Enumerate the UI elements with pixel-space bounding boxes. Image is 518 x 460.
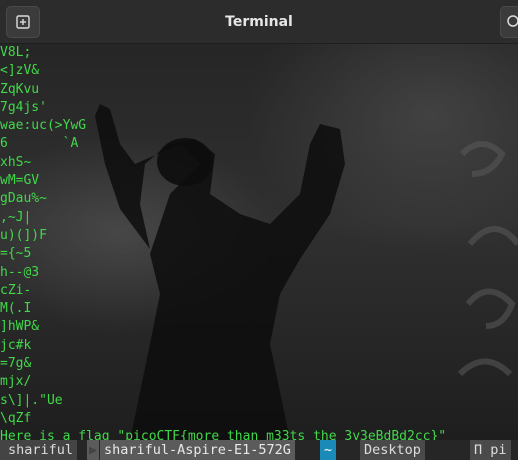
terminal-line: xhS~ xyxy=(0,154,32,170)
terminal-line: ={~5 xyxy=(0,246,32,262)
title-bar: Terminal xyxy=(0,0,518,44)
terminal-line: wM=GV xyxy=(0,173,40,189)
terminal-window: Terminal V8L; <]zV& ZqKvu 7g4js' wae:uc(… xyxy=(0,0,518,460)
prompt-separator-icon: ▶ xyxy=(87,440,100,460)
terminal-line: 6 `A xyxy=(0,136,79,152)
terminal-line: s\]|."Ue xyxy=(0,392,63,408)
prompt-host-segment: shariful-Aspire-E1-572G xyxy=(100,440,295,460)
terminal-line: cZi- xyxy=(0,282,32,298)
prompt-user-segment: shariful xyxy=(0,440,78,460)
terminal-line: M(.I xyxy=(0,301,32,317)
terminal-line: jc#k xyxy=(0,337,32,353)
terminal-line: =7g& xyxy=(0,356,32,372)
window-title: Terminal xyxy=(225,14,293,30)
terminal-output: V8L; <]zV& ZqKvu 7g4js' wae:uc(>YwG 6 `A… xyxy=(0,44,446,440)
terminal-line: 7g4js' xyxy=(0,99,47,115)
terminal-line: <]zV& xyxy=(0,63,40,79)
terminal-line: ZqKvu xyxy=(0,81,40,97)
prompt-path-pictures: Π pi xyxy=(470,440,511,460)
terminal-line: gDau%~ xyxy=(0,191,47,207)
terminal-line: ]hWP& xyxy=(0,319,40,335)
terminal-line: h--@3 xyxy=(0,264,40,280)
terminal-line: wae:uc(>YwG xyxy=(0,118,87,134)
terminal-output-area[interactable]: V8L; <]zV& ZqKvu 7g4js' wae:uc(>YwG 6 `A… xyxy=(0,44,518,440)
flag-output-line: Here is a flag "picoCTF{more_than_m33ts_… xyxy=(0,429,447,440)
terminal-line: V8L; xyxy=(0,45,32,60)
terminal-line: u)(])F xyxy=(0,227,47,243)
search-icon xyxy=(507,15,518,27)
prompt-status-bar: shariful ▶ shariful-Aspire-E1-572G ~ Des… xyxy=(0,440,518,460)
prompt-path-desktop: Desktop xyxy=(360,440,425,460)
terminal-line: mjx/ xyxy=(0,374,32,390)
terminal-line: \qZf xyxy=(0,410,32,426)
search-button[interactable] xyxy=(500,6,518,38)
terminal-line: ,~J| xyxy=(0,209,32,225)
prompt-home-segment: ~ xyxy=(320,440,337,460)
